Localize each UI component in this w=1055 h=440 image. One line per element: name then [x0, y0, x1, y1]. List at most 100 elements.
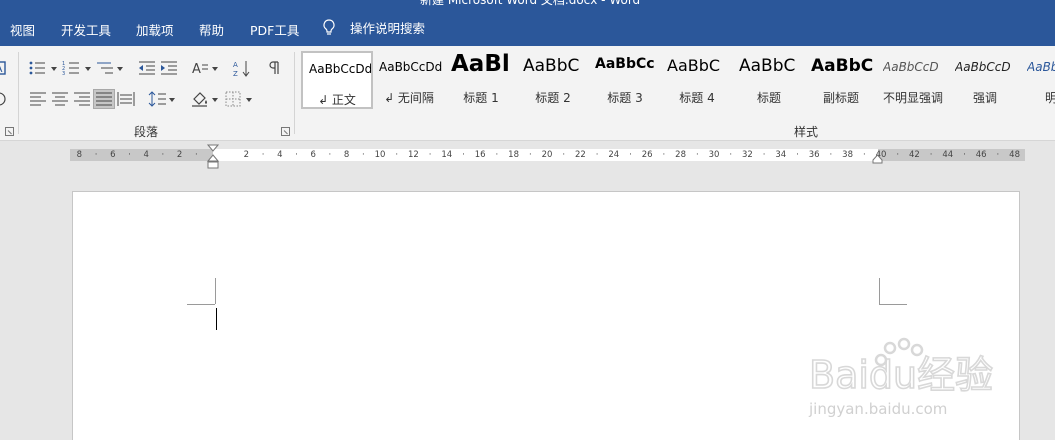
svg-text:3: 3	[62, 71, 65, 77]
decrease-indent-icon[interactable]	[137, 59, 157, 77]
crop-mark-right-v	[879, 278, 880, 304]
sort-icon[interactable]: AZ	[232, 59, 252, 78]
tell-me-label: 操作说明搜索	[350, 21, 426, 36]
style-item[interactable]: AaBbC 标题	[733, 51, 805, 109]
ruler-label: 30	[708, 150, 720, 160]
ruler-label: 6	[310, 150, 316, 160]
bullets-icon[interactable]	[28, 59, 48, 77]
shading-dropdown[interactable]	[212, 98, 218, 102]
style-name: 标题 1	[463, 91, 499, 105]
style-name: ↲ 无间隔	[384, 91, 434, 105]
crop-mark-left-v	[215, 278, 216, 304]
style-name: 不明显强调	[882, 91, 943, 105]
bullets-dropdown[interactable]	[51, 67, 57, 71]
tab-developer[interactable]: 开发工具	[61, 20, 111, 39]
tab-add-ins[interactable]: 加载项	[136, 20, 174, 39]
ruler-label: 46	[975, 150, 987, 160]
indent-marker-icon[interactable]	[207, 144, 219, 170]
tell-me-search[interactable]: 操作说明搜索	[322, 18, 425, 37]
style-item[interactable]: AaBbCcDd ↲ 正文	[301, 51, 373, 109]
right-indent-marker-icon[interactable]	[872, 154, 883, 164]
style-item[interactable]: AaBbC 标题 2	[517, 51, 589, 109]
style-item[interactable]: AaBl 标题 1	[445, 51, 517, 109]
paragraph-dialog-launcher[interactable]	[281, 127, 290, 136]
ruler-minor-tick: ·	[862, 150, 866, 160]
borders-icon[interactable]	[223, 90, 243, 108]
window-title: 新建 Microsoft Word 文档.docx - Word	[420, 0, 641, 7]
distributed-icon[interactable]	[116, 90, 136, 108]
ruler-minor-tick: ·	[128, 150, 131, 160]
ruler-minor-tick: ·	[562, 150, 566, 160]
lightbulb-icon	[323, 18, 335, 35]
ruler-minor-tick: ·	[963, 150, 966, 160]
ruler-label: 42	[908, 150, 920, 160]
numbering-icon[interactable]: 123	[62, 59, 82, 77]
align-left-icon[interactable]	[28, 90, 48, 108]
ruler-minor-tick: ·	[796, 150, 799, 160]
text-cursor	[216, 308, 217, 330]
ruler-minor-tick: ·	[896, 150, 900, 160]
ruler-minor-tick: ·	[94, 150, 98, 160]
style-preview: AaBbCcD	[955, 60, 1011, 74]
chinese-layout-dropdown[interactable]	[212, 67, 218, 71]
group-separator	[294, 52, 295, 134]
style-item[interactable]: AaBbC 标题 4	[661, 51, 733, 109]
tab-help[interactable]: 帮助	[199, 20, 224, 39]
style-name: 标题 3	[607, 91, 643, 105]
watermark-url: jingyan.baidu.com	[808, 400, 947, 418]
borders-dropdown[interactable]	[246, 98, 252, 102]
ruler-minor-tick: ·	[462, 150, 465, 160]
style-item[interactable]: AaBbCc 标题 3	[589, 51, 661, 109]
ruler-label: 8	[343, 150, 350, 160]
line-spacing-icon[interactable]	[148, 90, 168, 108]
crop-mark-left-h	[187, 304, 215, 305]
ruler-label: 2	[176, 150, 183, 160]
ruler-label: 32	[741, 150, 753, 160]
ruler-minor-tick: ·	[361, 150, 365, 160]
style-item[interactable]: AaBbCcDd ↲ 无间隔	[373, 51, 445, 109]
ruler-label: 44	[942, 150, 954, 160]
style-item[interactable]: AaBbC 副标题	[805, 51, 877, 109]
multilevel-list-icon[interactable]	[95, 59, 115, 77]
ruler-label: 38	[842, 150, 854, 160]
style-item[interactable]: AaBbCcD 强调	[949, 51, 1021, 109]
multilevel-dropdown[interactable]	[117, 67, 123, 71]
ruler-minor-tick: ·	[295, 150, 298, 160]
style-item[interactable]: AaBb 明显	[1021, 51, 1055, 109]
ruler-label: 6	[110, 150, 116, 160]
tab-view[interactable]: 视图	[10, 20, 35, 39]
shading-icon[interactable]	[190, 90, 210, 108]
align-center-icon[interactable]	[50, 90, 70, 108]
svg-text:A: A	[192, 62, 201, 77]
crop-mark-right-h	[879, 304, 907, 305]
show-marks-icon[interactable]	[264, 59, 284, 77]
increase-indent-icon[interactable]	[159, 59, 179, 77]
ruler-label: 8	[76, 150, 83, 160]
svg-text:Z: Z	[233, 70, 238, 77]
style-item[interactable]: AaBbCcD 不明显强调	[877, 51, 949, 109]
watermark-brand: Baidu经验	[809, 353, 993, 397]
style-name: 强调	[972, 91, 997, 105]
ruler-label: 12	[407, 150, 419, 160]
menu-bar: 视图 开发工具 加载项 帮助 PDF工具 操作说明搜索	[0, 8, 1055, 46]
circle-text-icon[interactable]	[0, 90, 8, 108]
ruler-minor-tick: ·	[662, 150, 666, 160]
style-name: 明显	[1044, 91, 1055, 105]
font-color-icon[interactable]: A	[0, 60, 8, 78]
ruler-label: 26	[641, 150, 653, 160]
numbering-dropdown[interactable]	[85, 67, 91, 71]
ruler-minor-tick: ·	[996, 150, 1000, 160]
svg-text:A: A	[0, 64, 3, 75]
align-right-icon[interactable]	[72, 90, 92, 108]
tab-pdf-tools[interactable]: PDF工具	[250, 20, 299, 39]
justify-icon[interactable]	[93, 89, 115, 109]
font-dialog-launcher[interactable]	[5, 127, 14, 136]
chinese-layout-icon[interactable]: A	[190, 59, 210, 77]
ruler-label: 36	[808, 150, 820, 160]
line-spacing-dropdown[interactable]	[169, 98, 175, 102]
svg-text:A: A	[233, 61, 238, 69]
ruler-label: 10	[374, 150, 386, 160]
ruler-label: 14	[441, 150, 453, 160]
group-separator	[18, 52, 19, 134]
ruler-minor-tick: ·	[762, 150, 766, 160]
